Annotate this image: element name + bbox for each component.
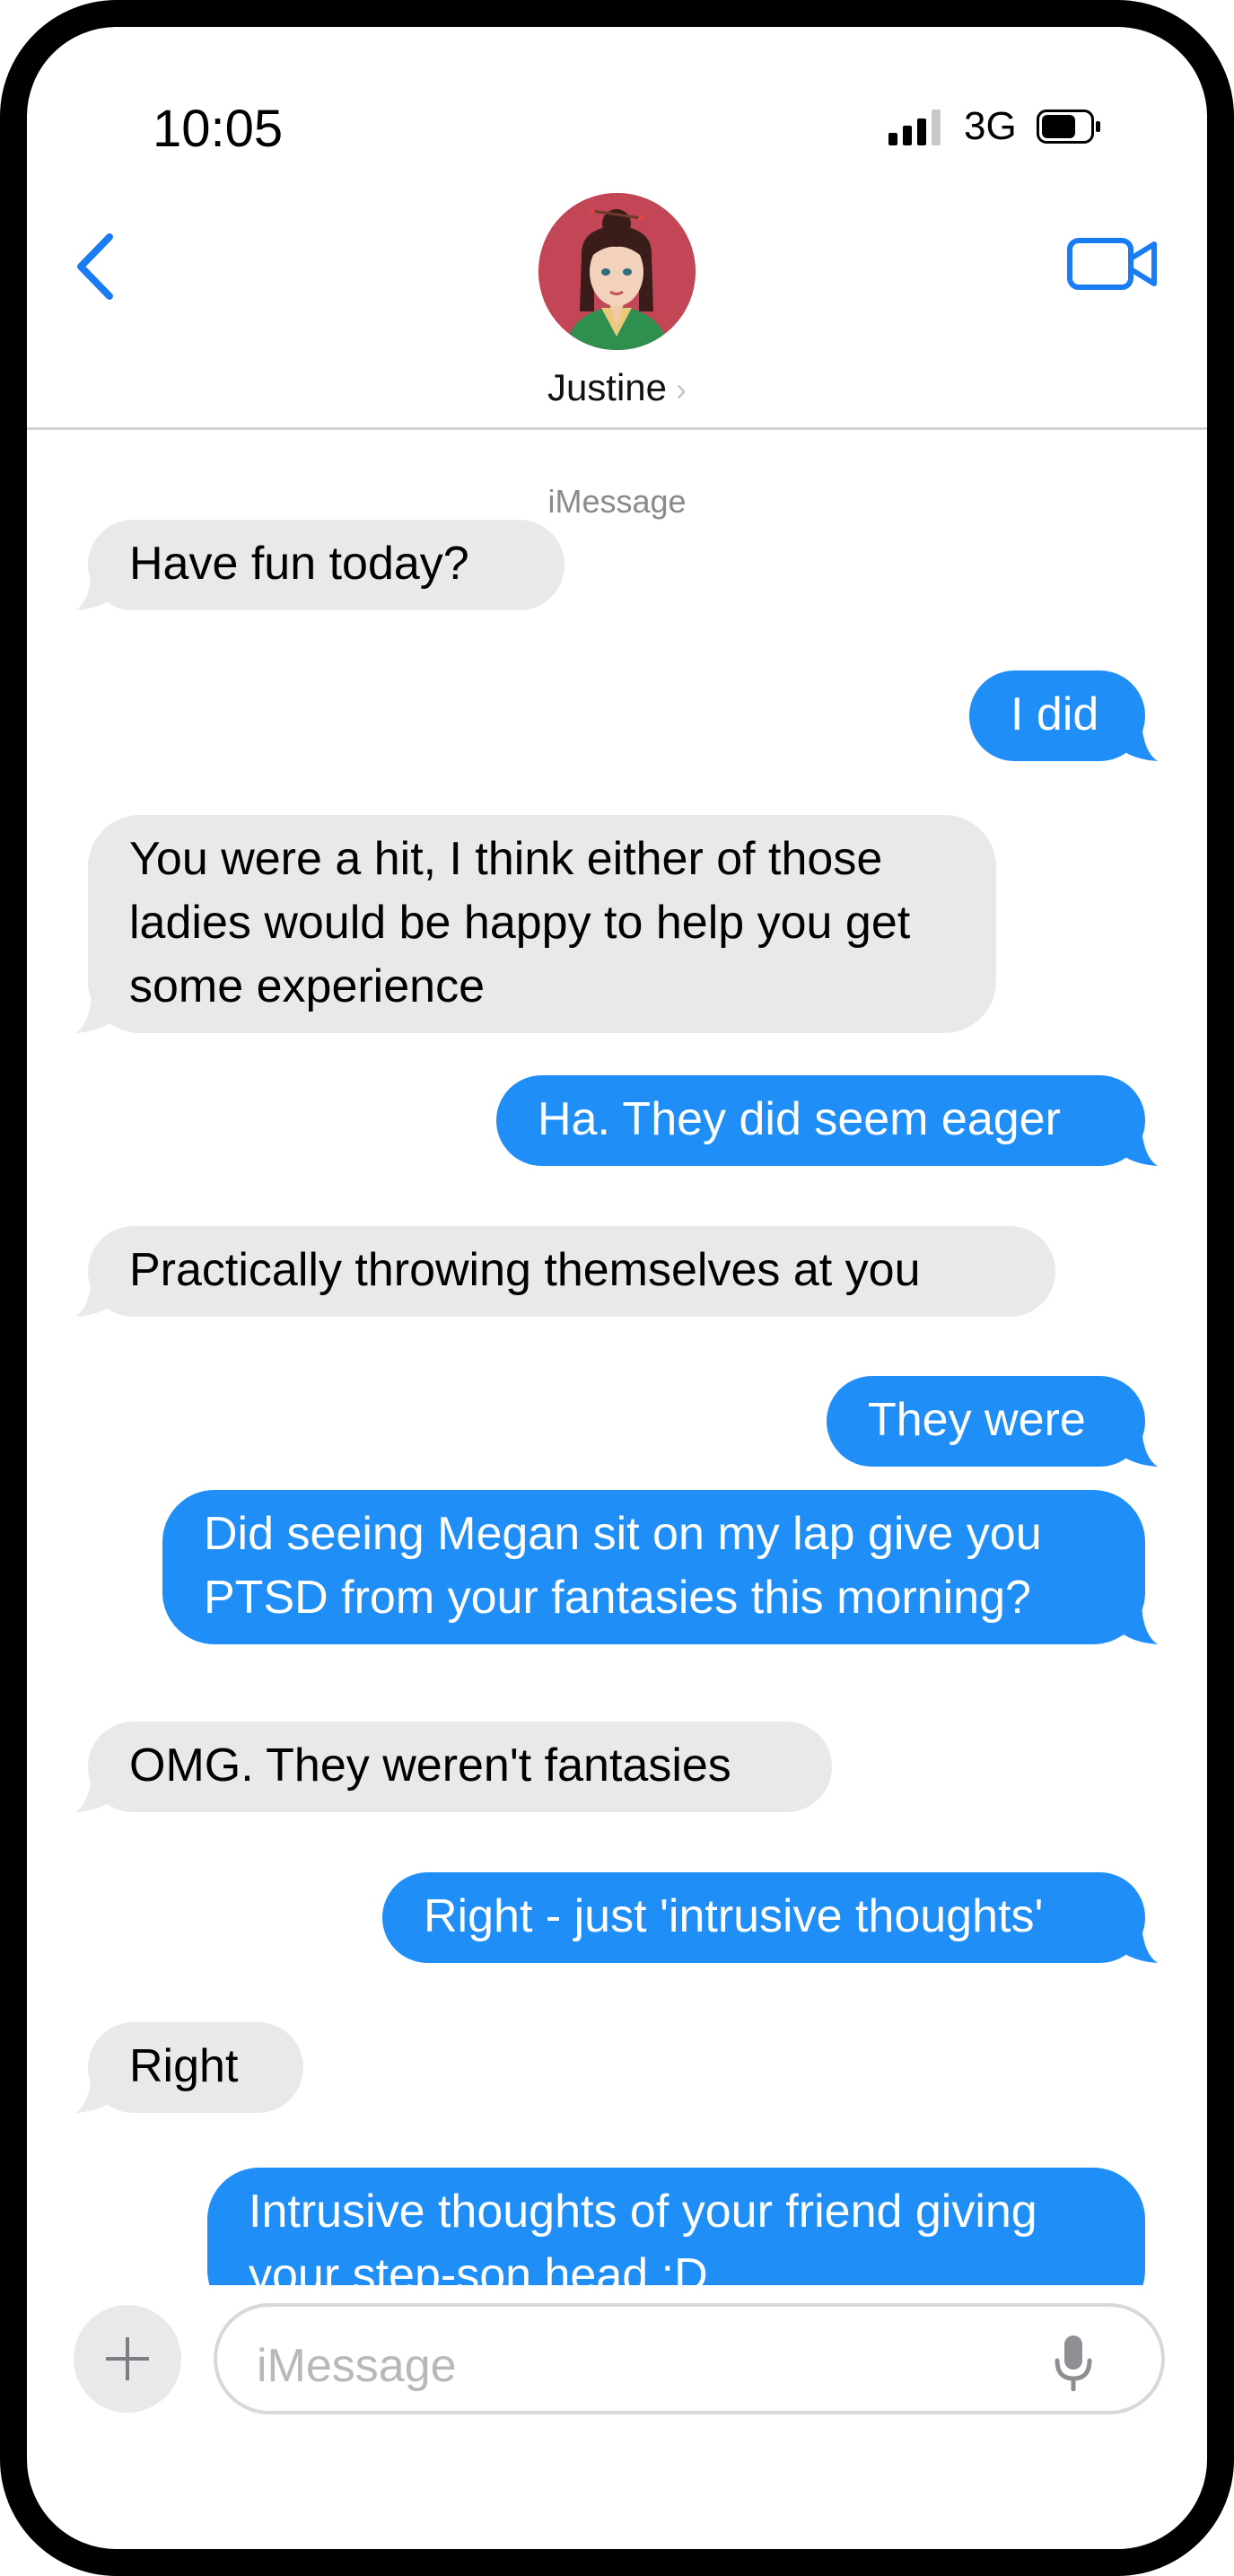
bubble-tail <box>1120 1605 1158 1644</box>
outgoing-message[interactable]: I did <box>969 670 1158 761</box>
message-text-line: your step-son head :D <box>249 2249 708 2285</box>
outgoing-message[interactable]: Intrusive thoughts of your friend giving… <box>207 2168 1145 2285</box>
incoming-message[interactable]: Right <box>75 2022 303 2113</box>
message-text-line: Right <box>129 2040 239 2092</box>
outgoing-message[interactable]: Did seeing Megan sit on my lap give you P… <box>162 1490 1158 1644</box>
bubble-tail <box>75 1773 113 1812</box>
message-list[interactable]: iMessage Have fun today? I did You were a … <box>27 27 1207 2285</box>
message-text-line: I did <box>1011 688 1099 740</box>
message-text-line: OMG. They weren't fantasies <box>129 1739 731 1792</box>
bubble-tail <box>1120 1126 1158 1166</box>
message-text-line: You were a hit, I think either of those <box>129 833 883 885</box>
phone-frame: 10:05 3G Justine › iMessage Have fun tod… <box>0 0 1234 2576</box>
bubble-tail <box>75 571 113 610</box>
message-input-placeholder: iMessage <box>257 2340 457 2392</box>
incoming-message[interactable]: You were a hit, I think either of those l… <box>75 815 996 1033</box>
screen: 10:05 3G Justine › iMessage Have fun tod… <box>27 27 1207 2549</box>
outgoing-message[interactable]: They were <box>827 1376 1158 1467</box>
message-text-line: Ha. They did seem eager <box>538 1093 1061 1145</box>
outgoing-message[interactable]: Right - just 'intrusive thoughts' <box>382 1872 1158 1963</box>
message-text-line: Intrusive thoughts of your friend giving <box>249 2186 1037 2238</box>
incoming-message[interactable]: OMG. They weren't fantasies <box>75 1722 832 1812</box>
message-text-line: Right - just 'intrusive thoughts' <box>424 1890 1044 1942</box>
incoming-message[interactable]: Practically throwing themselves at you <box>75 1226 1055 1317</box>
microphone-icon[interactable] <box>1052 2334 1095 2391</box>
bubble-tail <box>1120 1923 1158 1963</box>
message-text-line: PTSD from your fantasies this morning? <box>204 1572 1031 1624</box>
message-text-line: They were <box>868 1394 1086 1446</box>
service-label: iMessage <box>547 483 687 520</box>
message-text-line: Practically throwing themselves at you <box>129 1244 921 1296</box>
bubble-tail <box>1120 1427 1158 1467</box>
message-text-line: ladies would be happy to help you get <box>129 897 911 949</box>
plus-icon[interactable] <box>74 2305 181 2413</box>
message-text-line: Have fun today? <box>129 538 469 590</box>
outgoing-message[interactable]: Ha. They did seem eager <box>496 1075 1158 1166</box>
bubble-tail <box>75 1277 113 1317</box>
bubble-tail <box>75 2073 113 2113</box>
message-input[interactable]: iMessage <box>214 2303 1165 2414</box>
message-text-line: Did seeing Megan sit on my lap give you <box>204 1508 1042 1560</box>
bubble-tail <box>1120 2282 1142 2285</box>
bubble-tail <box>1120 722 1158 761</box>
incoming-message[interactable]: Have fun today? <box>75 520 564 610</box>
bubble-tail <box>75 994 113 1033</box>
message-text-line: some experience <box>129 960 485 1012</box>
